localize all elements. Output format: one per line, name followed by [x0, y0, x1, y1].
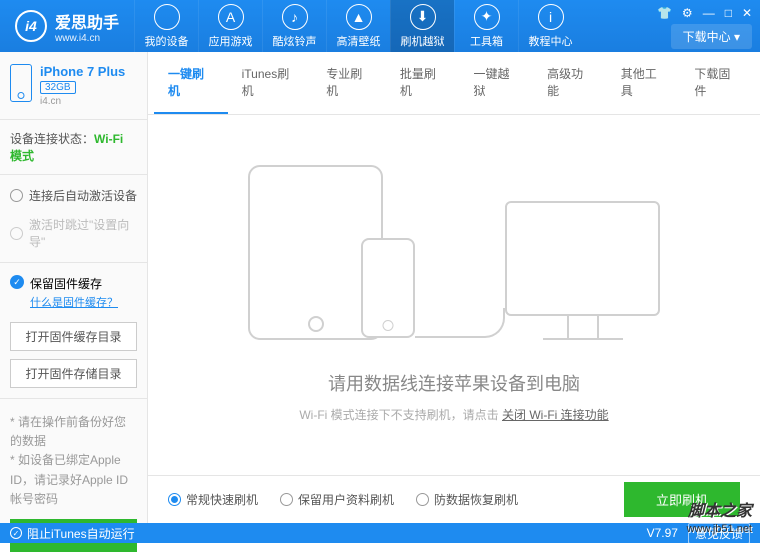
skip-setup-radio: 激活时跳过"设置向导" [10, 216, 137, 250]
app-header: i4 爱思助手 www.i4.cn 我的设备 A应用游戏 ♪酷炫铃声 ▲高清壁纸… [0, 0, 760, 52]
check-icon: ✓ [10, 275, 24, 289]
radio-icon [10, 189, 23, 202]
nav-tutorials[interactable]: i教程中心 [518, 0, 582, 52]
info-icon: i [538, 4, 564, 30]
open-cache-dir-button[interactable]: 打开固件缓存目录 [10, 322, 137, 351]
radio-icon [280, 493, 293, 506]
minimize-button[interactable]: — [703, 6, 715, 20]
watermark-name: 脚本之家 [688, 497, 752, 521]
storage-badge: 32GB [40, 81, 76, 94]
tools-icon: ✦ [474, 4, 500, 30]
flash-options-bar: 常规快速刷机 保留用户资料刷机 防数据恢复刷机 立即刷机 [148, 475, 760, 523]
download-icon: ⬇ [410, 4, 436, 30]
appstore-icon: A [218, 4, 244, 30]
watermark-url: www.jb51.net [687, 523, 752, 535]
flash-tabs: 一键刷机 iTunes刷机 专业刷机 批量刷机 一键越狱 高级功能 其他工具 下… [148, 52, 760, 115]
sidebar-tips: * 请在操作前备份好您的数据 * 如设备已绑定Apple ID，请记录好Appl… [10, 413, 137, 509]
phone-icon [10, 64, 32, 102]
app-logo: i4 爱思助手 www.i4.cn [0, 9, 134, 44]
logo-title: 爱思助手 [55, 9, 119, 33]
nav-flash[interactable]: ⬇刷机越狱 [390, 0, 454, 52]
window-controls: 👕 ⚙ — □ ✕ [657, 6, 752, 20]
settings-icon[interactable]: ⚙ [682, 6, 693, 20]
status-bar: ✓ 阻止iTunes自动运行 V7.97 意见反馈 [0, 523, 760, 543]
radio-icon [10, 227, 23, 240]
main-panel: 一键刷机 iTunes刷机 专业刷机 批量刷机 一键越狱 高级功能 其他工具 下… [148, 52, 760, 523]
image-icon: ▲ [346, 4, 372, 30]
tab-itunes-flash[interactable]: iTunes刷机 [228, 52, 313, 114]
open-storage-dir-button[interactable]: 打开固件存储目录 [10, 359, 137, 388]
firmware-help-link[interactable]: 什么是固件缓存？ [30, 294, 118, 310]
disable-wifi-link[interactable]: 关闭 Wi-Fi 连接功能 [502, 408, 609, 422]
logo-icon: i4 [15, 10, 47, 42]
tab-download-firmware[interactable]: 下载固件 [680, 52, 754, 114]
sidebar: iPhone 7 Plus 32GB i4.cn 设备连接状态：Wi-Fi 模式… [0, 52, 148, 523]
opt-normal-flash[interactable]: 常规快速刷机 [168, 491, 258, 508]
main-nav: 我的设备 A应用游戏 ♪酷炫铃声 ▲高清壁纸 ⬇刷机越狱 ✦工具箱 i教程中心 [134, 0, 582, 52]
radio-checked-icon [168, 493, 181, 506]
download-center-button[interactable]: 下载中心 ▾ [671, 24, 752, 49]
nav-ringtones[interactable]: ♪酷炫铃声 [262, 0, 326, 52]
maximize-button[interactable]: □ [725, 6, 732, 20]
logo-url: www.i4.cn [55, 33, 119, 44]
tab-oneclick-jailbreak[interactable]: 一键越狱 [459, 52, 533, 114]
block-itunes-toggle[interactable]: 阻止iTunes自动运行 [27, 525, 135, 542]
nav-my-device[interactable]: 我的设备 [134, 0, 198, 52]
opt-keep-data-flash[interactable]: 保留用户资料刷机 [280, 491, 394, 508]
tab-other-tools[interactable]: 其他工具 [607, 52, 681, 114]
cable-icon [415, 308, 505, 338]
tab-pro-flash[interactable]: 专业刷机 [312, 52, 386, 114]
device-name: iPhone 7 Plus [40, 64, 125, 79]
keep-firmware-check[interactable]: ✓ 保留固件缓存 什么是固件缓存？ [10, 275, 137, 310]
device-domain: i4.cn [40, 96, 125, 107]
message-title: 请用数据线连接苹果设备到电脑 [188, 370, 720, 396]
monitor-icon [505, 201, 660, 340]
connection-illustration [188, 165, 720, 340]
nav-wallpapers[interactable]: ▲高清壁纸 [326, 0, 390, 52]
radio-icon [416, 493, 429, 506]
phone-illus-icon [361, 238, 415, 338]
bell-icon: ♪ [282, 4, 308, 30]
tab-oneclick-flash[interactable]: 一键刷机 [154, 52, 228, 114]
check-icon: ✓ [10, 527, 22, 539]
version-label: V7.97 [647, 526, 678, 540]
skin-icon[interactable]: 👕 [657, 6, 672, 20]
close-button[interactable]: ✕ [742, 6, 752, 20]
connection-status: 设备连接状态：Wi-Fi 模式 [10, 130, 137, 164]
nav-apps[interactable]: A应用游戏 [198, 0, 262, 52]
tab-batch-flash[interactable]: 批量刷机 [386, 52, 460, 114]
nav-toolbox[interactable]: ✦工具箱 [454, 0, 518, 52]
auto-activate-radio[interactable]: 连接后自动激活设备 [10, 187, 137, 204]
content-area: 请用数据线连接苹果设备到电脑 Wi-Fi 模式连接下不支持刷机，请点击 关闭 W… [148, 115, 760, 453]
opt-anti-recovery-flash[interactable]: 防数据恢复刷机 [416, 491, 518, 508]
message-subtitle: Wi-Fi 模式连接下不支持刷机，请点击 关闭 Wi-Fi 连接功能 [188, 406, 720, 423]
device-info: iPhone 7 Plus 32GB i4.cn [10, 64, 137, 107]
apple-icon [154, 4, 180, 30]
tab-advanced[interactable]: 高级功能 [533, 52, 607, 114]
